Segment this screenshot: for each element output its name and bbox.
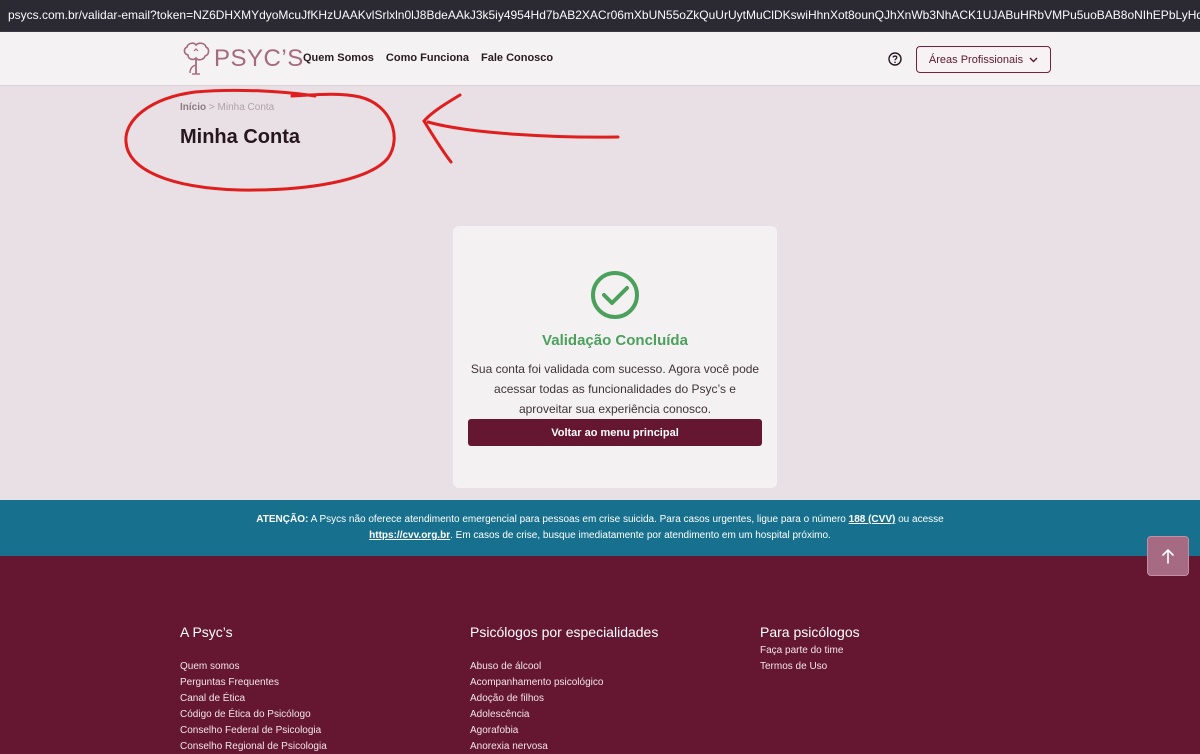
- page-title: Minha Conta: [180, 126, 300, 148]
- footer-link[interactable]: Perguntas Frequentes: [180, 675, 327, 691]
- warning-text-2: ou acesse: [898, 514, 944, 525]
- logo-tree-icon: [183, 42, 210, 75]
- site-header: PSYC’S Quem Somos Como Funciona Fale Con…: [0, 32, 1200, 86]
- breadcrumb-separator: >: [208, 102, 215, 113]
- crisis-warning-banner: ATENÇÃO: A Psycs não oferece atendimento…: [0, 500, 1200, 556]
- nav-quem-somos[interactable]: Quem Somos: [303, 52, 374, 64]
- breadcrumb-home[interactable]: Início: [180, 102, 206, 113]
- validation-title: Validação Concluída: [542, 332, 688, 349]
- site-footer: A Psyc’s Quem somos Perguntas Frequentes…: [0, 556, 1200, 754]
- footer-link[interactable]: Conselho Regional de Psicologia: [180, 739, 327, 754]
- footer-link[interactable]: Termos de Uso: [760, 659, 860, 675]
- footer-link[interactable]: Acompanhamento psicológico: [470, 675, 658, 691]
- footer-link[interactable]: Adoção de filhos: [470, 691, 658, 707]
- address-bar[interactable]: psycs.com.br/validar-email?token=NZ6DHXM…: [0, 0, 1200, 32]
- annotation-arrow-shaft: [426, 120, 620, 139]
- warning-text: A Psycs não oferece atendimento emergenc…: [310, 514, 846, 525]
- footer-col-psychologists: Para psicólogos Faça parte do time Termo…: [760, 624, 860, 675]
- footer-link[interactable]: Canal de Ética: [180, 691, 327, 707]
- areas-profissionais-button[interactable]: Áreas Profissionais: [916, 46, 1051, 73]
- footer-specialty-links: Abuso de álcool Acompanhamento psicológi…: [470, 659, 658, 754]
- footer-col-specialties-title: Psicólogos por especialidades: [470, 624, 659, 640]
- logo[interactable]: PSYC’S: [180, 41, 304, 77]
- footer-about-links: Quem somos Perguntas Frequentes Canal de…: [180, 659, 327, 754]
- logo-text: PSYC’S: [214, 45, 304, 72]
- footer-link[interactable]: Abuso de álcool: [470, 659, 658, 675]
- back-to-menu-button[interactable]: Voltar ao menu principal: [468, 419, 762, 446]
- footer-link[interactable]: Agorafobia: [470, 723, 658, 739]
- footer-link[interactable]: Faça parte do time: [760, 643, 860, 659]
- footer-col-specialties: Psicólogos por especialidades Abuso de á…: [470, 624, 658, 754]
- check-circle-icon: [591, 271, 639, 319]
- warning-text-3: . Em casos de crise, busque imediatament…: [450, 530, 831, 541]
- validation-message: Sua conta foi validada com sucesso. Agor…: [470, 362, 760, 416]
- question-circle-icon[interactable]: [888, 52, 902, 66]
- main-nav: Quem Somos Como Funciona Fale Conosco: [303, 52, 553, 64]
- footer-link[interactable]: Conselho Federal de Psicologia: [180, 723, 327, 739]
- validation-card: Validação Concluída Sua conta foi valida…: [453, 226, 777, 488]
- footer-link[interactable]: Adolescência: [470, 707, 658, 723]
- arrow-up-icon: [1162, 549, 1174, 564]
- footer-col-psychologists-title: Para psicólogos: [760, 624, 860, 640]
- url-text[interactable]: psycs.com.br/validar-email?token=NZ6DHXM…: [8, 8, 1200, 22]
- warning-label: ATENÇÃO:: [256, 514, 309, 525]
- cvv-site-link[interactable]: https://cvv.org.br: [369, 530, 450, 541]
- footer-psychologist-links: Faça parte do time Termos de Uso: [760, 643, 860, 675]
- cvv-phone-link[interactable]: 188 (CVV): [849, 514, 896, 525]
- footer-link[interactable]: Anorexia nervosa: [470, 739, 658, 754]
- nav-como-funciona[interactable]: Como Funciona: [386, 52, 469, 64]
- footer-col-about-title: A Psyc’s: [180, 624, 233, 640]
- nav-fale-conosco[interactable]: Fale Conosco: [481, 52, 553, 64]
- areas-profissionais-label: Áreas Profissionais: [928, 53, 1024, 66]
- chevron-down-icon: [1029, 57, 1038, 62]
- footer-col-about: A Psyc’s Quem somos Perguntas Frequentes…: [180, 624, 327, 754]
- footer-link[interactable]: Código de Ética do Psicólogo: [180, 707, 327, 723]
- breadcrumb: Início > Minha Conta: [180, 102, 274, 113]
- annotation-arrow-head: [422, 93, 462, 164]
- scroll-to-top-button[interactable]: [1147, 536, 1189, 576]
- footer-link[interactable]: Quem somos: [180, 659, 327, 675]
- breadcrumb-current: Minha Conta: [217, 102, 275, 113]
